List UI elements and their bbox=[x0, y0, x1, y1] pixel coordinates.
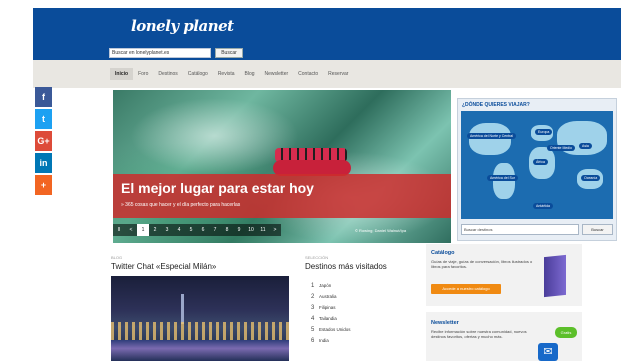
nav-item-inicio[interactable]: Inicio bbox=[110, 68, 134, 80]
region-south-america[interactable]: América del Sur bbox=[487, 175, 518, 181]
header: lonely planet Buscar en lonelyplanet.es … bbox=[33, 8, 621, 60]
pager-page-7[interactable]: 7 bbox=[209, 224, 221, 236]
pager-page-9[interactable]: 9 bbox=[233, 224, 245, 236]
blog-post-title[interactable]: Twitter Chat «Especial Milán» bbox=[111, 262, 216, 271]
pager-page-5[interactable]: 5 bbox=[185, 224, 197, 236]
pager-page-10[interactable]: 10 bbox=[245, 224, 257, 236]
blog-post-image[interactable] bbox=[111, 276, 289, 361]
search-button[interactable]: Buscar bbox=[215, 48, 243, 58]
catalog-box: Catálogo Guías de viaje, guías de conver… bbox=[426, 244, 582, 306]
blog-kicker: BLOG bbox=[111, 255, 123, 260]
destinations-title: Destinos más visitados bbox=[305, 262, 387, 271]
website: lonely planet Buscar en lonelyplanet.es … bbox=[33, 8, 621, 361]
pager-page-8[interactable]: 8 bbox=[221, 224, 233, 236]
pager-page-11[interactable]: 11 bbox=[257, 224, 269, 236]
region-north-america[interactable]: América del Norte y Central bbox=[467, 133, 516, 139]
site-logo[interactable]: lonely planet bbox=[131, 17, 234, 35]
pager-page-1[interactable]: 1 bbox=[137, 224, 149, 236]
map-title: ¿DÓNDE QUIERES VIAJAR? bbox=[462, 102, 530, 108]
destinations-kicker: SELECCIÓN bbox=[305, 255, 329, 260]
newsletter-text: Recibe información sobre nuestra comunid… bbox=[431, 329, 527, 339]
region-africa[interactable]: África bbox=[533, 159, 548, 165]
mail-icon[interactable]: ✉ bbox=[538, 343, 558, 361]
nav-item-reservar[interactable]: Reservar bbox=[323, 68, 353, 80]
hero-title[interactable]: El mejor lugar para estar hoy bbox=[121, 180, 314, 196]
hero-carousel[interactable]: El mejor lugar para estar hoy » 365 cosa… bbox=[113, 90, 451, 243]
nav-item-foro[interactable]: Foro bbox=[133, 68, 153, 80]
left-margin bbox=[0, 0, 33, 361]
facebook-share-icon[interactable]: f bbox=[35, 87, 52, 107]
right-margin bbox=[621, 0, 634, 361]
main-nav: Inicio Foro Destinos Catálogo Revista Bl… bbox=[33, 60, 621, 132]
share-sidebar: f t G+ in + bbox=[35, 87, 52, 197]
destination-map-widget: ¿DÓNDE QUIERES VIAJAR? América del Norte… bbox=[457, 98, 617, 241]
list-item[interactable]: 3 Filipinas bbox=[311, 302, 351, 313]
canal-water bbox=[111, 340, 289, 361]
catalog-button[interactable]: Accede a nuestro catálogo bbox=[431, 284, 501, 294]
pager-pause[interactable]: II bbox=[113, 224, 125, 236]
destinations-list: 1 Japón 2 Australia 3 Filipinas 4 Tailandia … bbox=[311, 280, 351, 346]
list-item[interactable]: 6 India bbox=[311, 335, 351, 346]
nav-item-contacto[interactable]: Contacto bbox=[293, 68, 323, 80]
nav-menu: Inicio Foro Destinos Catálogo Revista Bl… bbox=[110, 68, 353, 80]
twitter-share-icon[interactable]: t bbox=[35, 109, 52, 129]
region-middle-east[interactable]: Oriente Medio bbox=[547, 145, 575, 151]
world-map[interactable]: América del Norte y Central Europa Áfric… bbox=[461, 111, 613, 219]
pager-page-6[interactable]: 6 bbox=[197, 224, 209, 236]
free-badge[interactable]: Gratis bbox=[555, 327, 577, 338]
catalog-text: Guías de viaje, guías de conversación, l… bbox=[431, 259, 533, 269]
nav-item-blog[interactable]: Blog bbox=[240, 68, 260, 80]
destination-search-button[interactable]: Buscar bbox=[582, 224, 613, 235]
screenshot: lonely planet Buscar en lonelyplanet.es … bbox=[0, 0, 634, 361]
search-input[interactable]: Buscar en lonelyplanet.es bbox=[109, 48, 211, 58]
linkedin-share-icon[interactable]: in bbox=[35, 153, 52, 173]
list-item[interactable]: 5 Estados Unidos bbox=[311, 324, 351, 335]
googleplus-share-icon[interactable]: G+ bbox=[35, 131, 52, 151]
photo-credit: © Rowing; Daniel Walnut/Ipa bbox=[355, 228, 407, 233]
pager-page-2[interactable]: 2 bbox=[149, 224, 161, 236]
region-antarctica[interactable]: Antártida bbox=[533, 203, 554, 209]
list-item[interactable]: 4 Tailandia bbox=[311, 313, 351, 324]
nav-item-destinos[interactable]: Destinos bbox=[153, 68, 182, 80]
pager-page-4[interactable]: 4 bbox=[173, 224, 185, 236]
list-item[interactable]: 1 Japón bbox=[311, 280, 351, 291]
continent-south-america bbox=[493, 163, 515, 199]
nav-item-newsletter[interactable]: Newsletter bbox=[260, 68, 294, 80]
hero-subtitle[interactable]: » 365 cosas que hacer y el día perfecto … bbox=[121, 202, 240, 208]
pager-page-3[interactable]: 3 bbox=[161, 224, 173, 236]
more-share-icon[interactable]: + bbox=[35, 175, 52, 195]
region-europe[interactable]: Europa bbox=[535, 129, 553, 135]
carousel-pager: II < 1 2 3 4 5 6 7 8 9 10 11 > bbox=[113, 224, 281, 236]
newsletter-box: Newsletter Recibe información sobre nues… bbox=[426, 312, 582, 361]
city-lights bbox=[111, 322, 289, 340]
destination-search-input[interactable]: Buscar destinos bbox=[461, 224, 579, 235]
nav-item-revista[interactable]: Revista bbox=[213, 68, 240, 80]
pager-next[interactable]: > bbox=[269, 224, 281, 236]
newsletter-title: Newsletter bbox=[431, 320, 459, 326]
nav-item-catalogo[interactable]: Catálogo bbox=[183, 68, 213, 80]
tower-silhouette bbox=[181, 294, 184, 324]
region-oceania[interactable]: Oceanía bbox=[581, 175, 601, 181]
list-item[interactable]: 2 Australia bbox=[311, 291, 351, 302]
book-icon bbox=[544, 254, 566, 298]
continent-north-america bbox=[469, 123, 511, 155]
region-asia[interactable]: Asia bbox=[579, 143, 592, 149]
catalog-title: Catálogo bbox=[431, 250, 455, 256]
pager-prev[interactable]: < bbox=[125, 224, 137, 236]
